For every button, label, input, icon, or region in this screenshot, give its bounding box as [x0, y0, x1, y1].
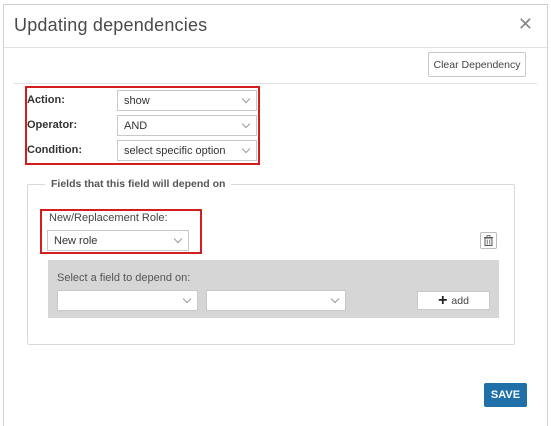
- add-button[interactable]: + add: [417, 291, 490, 310]
- clear-dependency-button[interactable]: Clear Dependency: [428, 52, 526, 77]
- section-divider: [14, 83, 537, 84]
- dialog-title: Updating dependencies: [14, 15, 208, 35]
- save-button[interactable]: SAVE: [484, 383, 527, 407]
- condition-select[interactable]: select specific option: [117, 140, 257, 161]
- condition-label: Condition:: [27, 144, 82, 156]
- operator-label: Operator:: [27, 119, 78, 131]
- action-select[interactable]: show: [117, 90, 257, 111]
- role-select-value: New role: [54, 234, 98, 247]
- plus-icon: +: [438, 291, 448, 309]
- close-icon[interactable]: ✕: [518, 15, 533, 33]
- chevron-down-icon: [241, 144, 251, 154]
- condition-select-value: select specific option: [124, 144, 226, 157]
- role-select[interactable]: New role: [47, 230, 189, 251]
- role-label: New/Replacement Role:: [49, 212, 168, 224]
- chevron-down-icon: [330, 294, 340, 304]
- delete-button[interactable]: [480, 232, 497, 249]
- action-label: Action:: [27, 94, 65, 106]
- field-select-2[interactable]: [206, 290, 346, 311]
- operator-select-value: AND: [124, 119, 148, 132]
- chevron-down-icon: [173, 234, 183, 244]
- depend-field-label: Select a field to depend on:: [57, 272, 191, 284]
- action-select-value: show: [124, 94, 150, 107]
- fieldset-legend: Fields that this field will depend on: [45, 178, 232, 190]
- chevron-down-icon: [241, 119, 251, 129]
- trash-icon: [484, 235, 493, 246]
- add-button-label: add: [451, 294, 469, 307]
- chevron-down-icon: [182, 294, 192, 304]
- header-divider: [4, 47, 547, 48]
- operator-select[interactable]: AND: [117, 115, 257, 136]
- field-select-1[interactable]: [57, 290, 198, 311]
- chevron-down-icon: [241, 94, 251, 104]
